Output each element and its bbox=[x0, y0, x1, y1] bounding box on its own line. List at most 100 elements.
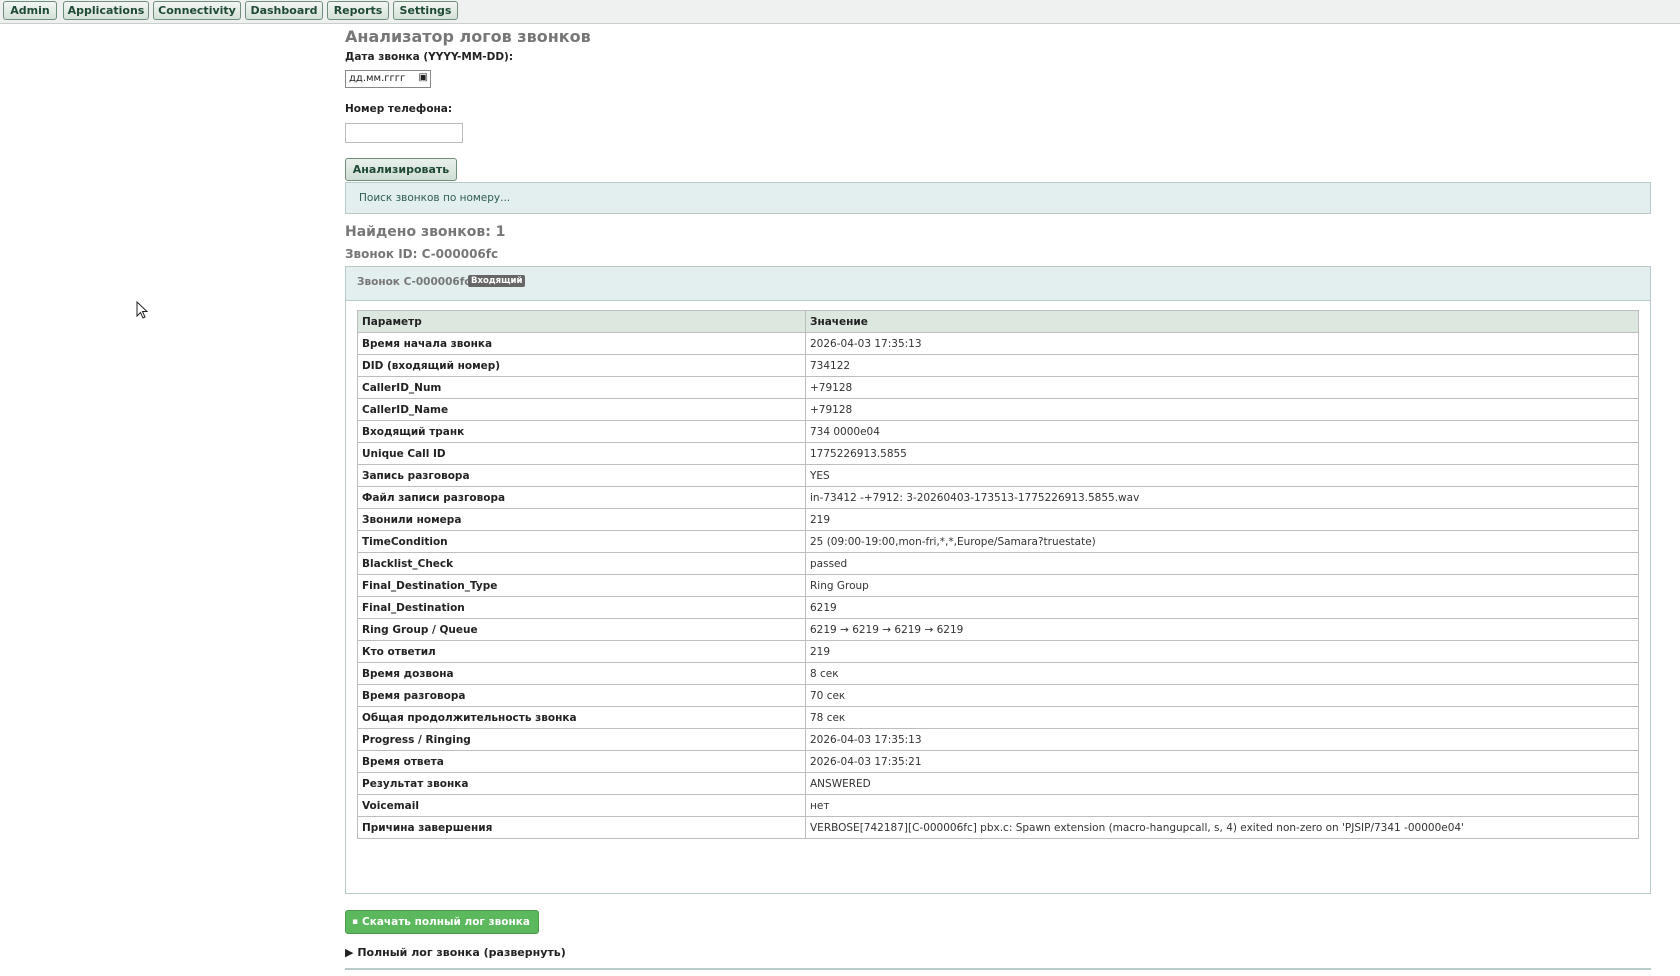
table-row: Ring Group / Queue 6219 → 6219 → 6219 → 6… bbox=[357, 618, 1639, 641]
direction-badge: Входящий bbox=[468, 275, 526, 287]
value-cell: 2026-04-03 17:35:21 bbox=[805, 750, 1639, 773]
analyze-button[interactable]: Анализировать bbox=[345, 158, 457, 181]
call-panel-title: Звонок C-000006fc — bbox=[357, 276, 485, 288]
param-cell: Кто ответил bbox=[357, 640, 806, 663]
param-cell: Final_Destination bbox=[357, 596, 806, 619]
param-cell: Voicemail bbox=[357, 794, 806, 817]
param-cell: Время разговора bbox=[357, 684, 806, 707]
call-panel: Звонок C-000006fc — Входящий Параметр Зн… bbox=[345, 266, 1651, 894]
download-icon: ▪ bbox=[352, 917, 359, 927]
date-field[interactable]: дд.мм.гггг ▣ bbox=[345, 70, 431, 88]
table-row: Время ответа 2026-04-03 17:35:21 bbox=[357, 750, 1639, 773]
param-cell: Запись разговора bbox=[357, 464, 806, 487]
top-nav-bar: Admin Applications Connectivity Dashboar… bbox=[0, 0, 1680, 24]
param-cell: Ring Group / Queue bbox=[357, 618, 806, 641]
param-cell: Входящий транк bbox=[357, 420, 806, 443]
mouse-cursor-icon bbox=[136, 301, 148, 319]
value-cell: +79128 bbox=[805, 398, 1639, 421]
value-cell: 6219 bbox=[805, 596, 1639, 619]
param-cell: Время дозвона bbox=[357, 662, 806, 685]
table-row: TimeCondition 25 (09:00-19:00,mon-fri,*,*… bbox=[357, 530, 1639, 553]
value-cell: YES bbox=[805, 464, 1639, 487]
param-cell: TimeCondition bbox=[357, 530, 806, 553]
param-cell: Файл записи разговора bbox=[357, 486, 806, 509]
table-row: Время начала звонка 2026-04-03 17:35:13 bbox=[357, 332, 1639, 355]
param-cell: DID (входящий номер) bbox=[357, 354, 806, 377]
value-cell: 25 (09:00-19:00,mon-fri,*,*,Europe/Samar… bbox=[805, 530, 1639, 553]
table-row: Blacklist_Check passed bbox=[357, 552, 1639, 575]
table-row: Время разговора 70 сек bbox=[357, 684, 1639, 707]
value-cell: 78 сек bbox=[805, 706, 1639, 729]
call-details-table: Параметр Значение Время начала звонка 202… bbox=[357, 310, 1639, 839]
table-row: Файл записи разговора in-73412 -+7912: 3-… bbox=[357, 486, 1639, 509]
value-cell: 734 0000e04 bbox=[805, 420, 1639, 443]
param-cell: CallerID_Num bbox=[357, 376, 806, 399]
calendar-icon[interactable]: ▣ bbox=[419, 72, 428, 83]
value-cell: Ring Group bbox=[805, 574, 1639, 597]
column-header-param: Параметр bbox=[357, 310, 806, 333]
value-cell: 219 bbox=[805, 508, 1639, 531]
call-panel-header: Звонок C-000006fc — Входящий bbox=[346, 267, 1650, 301]
table-row: Звонили номера 219 bbox=[357, 508, 1639, 531]
download-log-button[interactable]: ▪ Скачать полный лог звонка bbox=[345, 910, 539, 934]
param-cell: Причина завершения bbox=[357, 816, 806, 839]
value-cell: 2026-04-03 17:35:13 bbox=[805, 332, 1639, 355]
table-row: Входящий транк 734 0000e04 bbox=[357, 420, 1639, 443]
triangle-right-icon: ▶ bbox=[345, 946, 354, 959]
download-log-label: Скачать полный лог звонка bbox=[362, 916, 530, 928]
value-cell: in-73412 -+7912: 3-20260403-173513-17752… bbox=[805, 486, 1639, 509]
table-row: CallerID_Num +79128 bbox=[357, 376, 1639, 399]
param-cell: CallerID_Name bbox=[357, 398, 806, 421]
table-row: Unique Call ID 1775226913.5855 bbox=[357, 442, 1639, 465]
table-row: Voicemail нет bbox=[357, 794, 1639, 817]
page-title: Анализатор логов звонков bbox=[345, 27, 591, 46]
date-placeholder: дд.мм.гггг bbox=[349, 73, 406, 84]
nav-applications-button[interactable]: Applications bbox=[63, 1, 149, 20]
found-count: Найдено звонков: 1 bbox=[345, 224, 506, 240]
full-log-expander-label: Полный лог звонка (развернуть) bbox=[357, 946, 566, 959]
param-cell: Общая продолжительность звонка bbox=[357, 706, 806, 729]
table-row: DID (входящий номер) 734122 bbox=[357, 354, 1639, 377]
table-row: Причина завершения VERBOSE[742187][C-0000… bbox=[357, 816, 1639, 839]
divider bbox=[345, 968, 1651, 970]
nav-admin-button[interactable]: Admin bbox=[3, 1, 57, 20]
call-id-title: Звонок ID: C-000006fc bbox=[345, 247, 499, 261]
param-cell: Progress / Ringing bbox=[357, 728, 806, 751]
param-cell: Время начала звонка bbox=[357, 332, 806, 355]
full-log-expander[interactable]: ▶ Полный лог звонка (развернуть) bbox=[345, 946, 566, 959]
nav-settings-button[interactable]: Settings bbox=[393, 1, 458, 20]
table-row: Кто ответил 219 bbox=[357, 640, 1639, 663]
nav-dashboard-button[interactable]: Dashboard bbox=[245, 1, 323, 20]
date-label: Дата звонка (YYYY-MM-DD): bbox=[345, 51, 514, 63]
table-row: Время дозвона 8 сек bbox=[357, 662, 1639, 685]
column-header-value: Значение bbox=[805, 310, 1639, 333]
table-row: Запись разговора YES bbox=[357, 464, 1639, 487]
table-row: Final_Destination_Type Ring Group bbox=[357, 574, 1639, 597]
value-cell: 6219 → 6219 → 6219 → 6219 bbox=[805, 618, 1639, 641]
table-row: Результат звонка ANSWERED bbox=[357, 772, 1639, 795]
param-cell: Blacklist_Check bbox=[357, 552, 806, 575]
nav-connectivity-button[interactable]: Connectivity bbox=[153, 1, 241, 20]
value-cell: +79128 bbox=[805, 376, 1639, 399]
value-cell: 8 сек bbox=[805, 662, 1639, 685]
param-cell: Unique Call ID bbox=[357, 442, 806, 465]
param-cell: Final_Destination_Type bbox=[357, 574, 806, 597]
value-cell: 1775226913.5855 bbox=[805, 442, 1639, 465]
table-row: CallerID_Name +79128 bbox=[357, 398, 1639, 421]
value-cell: 734122 bbox=[805, 354, 1639, 377]
value-cell: 2026-04-03 17:35:13 bbox=[805, 728, 1639, 751]
value-cell: 70 сек bbox=[805, 684, 1639, 707]
table-row: Progress / Ringing 2026-04-03 17:35:13 bbox=[357, 728, 1639, 751]
value-cell: 219 bbox=[805, 640, 1639, 663]
param-cell: Звонили номера bbox=[357, 508, 806, 531]
value-cell: VERBOSE[742187][C-000006fc] pbx.c: Spawn… bbox=[805, 816, 1639, 839]
status-message: Поиск звонков по номеру... bbox=[345, 182, 1651, 214]
nav-reports-button[interactable]: Reports bbox=[327, 1, 389, 20]
table-row: Общая продолжительность звонка 78 сек bbox=[357, 706, 1639, 729]
value-cell: нет bbox=[805, 794, 1639, 817]
param-cell: Время ответа bbox=[357, 750, 806, 773]
phone-input[interactable] bbox=[345, 123, 463, 143]
value-cell: passed bbox=[805, 552, 1639, 575]
param-cell: Результат звонка bbox=[357, 772, 806, 795]
value-cell: ANSWERED bbox=[805, 772, 1639, 795]
